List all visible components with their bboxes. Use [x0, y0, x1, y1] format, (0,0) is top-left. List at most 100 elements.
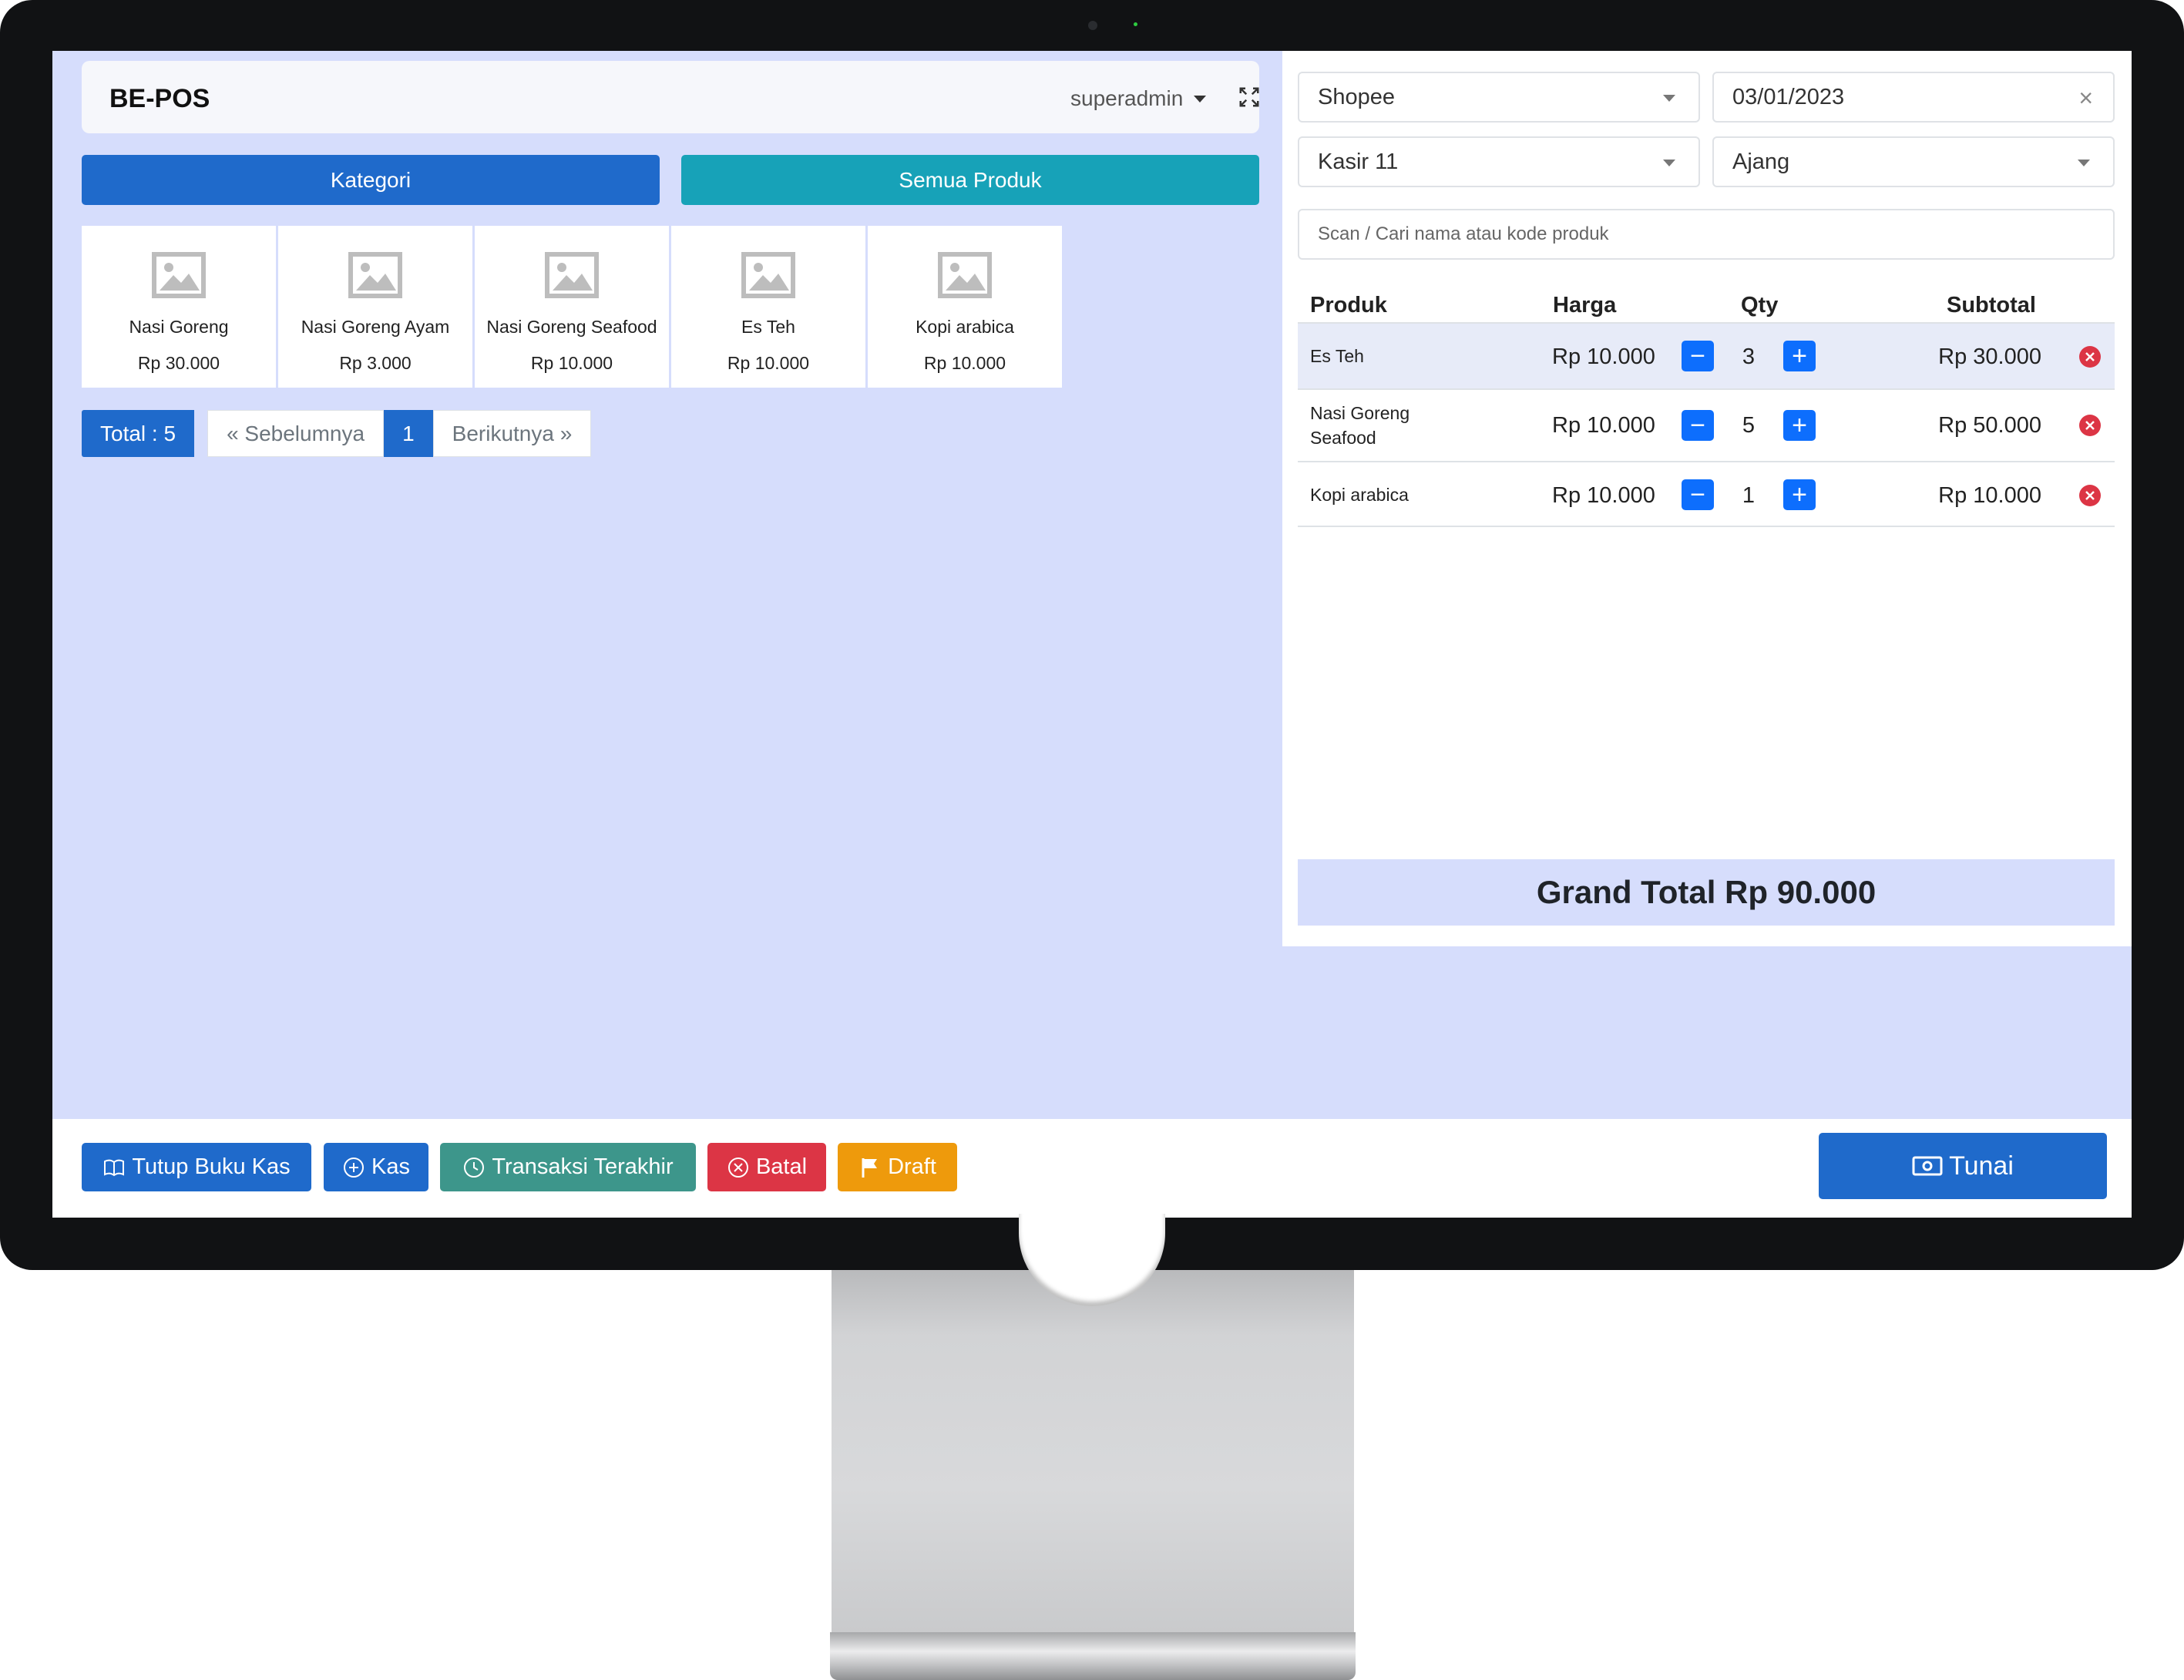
clock-icon [464, 1157, 485, 1178]
qty-decrease-button[interactable]: − [1682, 479, 1714, 510]
cashier-value: Kasir 11 [1318, 149, 1399, 174]
batal-button[interactable]: Batal [707, 1143, 826, 1191]
stand-base [830, 1632, 1356, 1680]
transaksi-terakhir-button[interactable]: Transaksi Terakhir [440, 1143, 696, 1191]
product-name: Nasi Goreng Seafood [486, 317, 657, 337]
cart-row: Kopi arabica Rp 10.000 − 1 + Rp 10.000 [1298, 461, 2115, 527]
cart-item-subtotal: Rp 30.000 [1938, 344, 2041, 369]
qty-decrease-button[interactable]: − [1682, 341, 1714, 371]
cart-item-name: Nasi Goreng Seafood [1310, 403, 1410, 448]
product-price: Rp 10.000 [923, 353, 1006, 373]
action-bar: Tutup Buku Kas Kas Transaksi Terakhir Ba… [52, 1119, 2132, 1218]
tutup-buku-kas-label: Tutup Buku Kas [132, 1154, 291, 1179]
flag-icon [862, 1158, 878, 1178]
clear-icon[interactable]: × [2078, 84, 2093, 113]
image-placeholder-icon [152, 252, 206, 298]
product-name: Nasi Goreng [129, 317, 229, 337]
kas-button[interactable]: Kas [324, 1143, 428, 1191]
channel-select[interactable]: Shopee [1298, 72, 1700, 123]
cart-row: Nasi Goreng Seafood Rp 10.000 − 5 + Rp 5… [1298, 388, 2115, 461]
product-grid: Nasi Goreng Rp 30.000 Nasi Goreng Ayam R… [82, 226, 1062, 388]
cash-icon [1912, 1156, 1943, 1176]
product-card[interactable]: Nasi Goreng Seafood Rp 10.000 [475, 226, 669, 388]
qty-increase-button[interactable]: + [1783, 479, 1816, 510]
total-count-badge: Total : 5 [82, 410, 195, 457]
cart-item-name: Kopi arabica [1310, 485, 1409, 505]
draft-label: Draft [888, 1154, 936, 1179]
user-menu[interactable]: superadmin [1070, 86, 1207, 111]
col-harga: Harga [1553, 293, 1617, 318]
pagination: Total : 5 « Sebelumnya 1 Berikutnya » [82, 410, 592, 457]
plus-circle-icon [344, 1157, 364, 1178]
product-name: Es Teh [741, 317, 795, 337]
product-card[interactable]: Nasi Goreng Ayam Rp 3.000 [278, 226, 472, 388]
screen: BE-POS superadmin Kategori Semua Produk … [52, 51, 2132, 1218]
cashier-select[interactable]: Kasir 11 [1298, 136, 1700, 187]
user-name: superadmin [1070, 86, 1184, 110]
monitor-stand [832, 1270, 1354, 1634]
qty-value[interactable]: 5 [1715, 413, 1782, 438]
qty-increase-button[interactable]: + [1783, 410, 1816, 441]
brand-title: BE-POS [109, 84, 210, 113]
cart-item-subtotal: Rp 50.000 [1938, 413, 2041, 438]
order-panel: Shopee 03/01/2023 × Kasir 11 Ajang Produ… [1282, 51, 2132, 946]
chevron-down-icon [2078, 160, 2090, 166]
chevron-down-icon [1663, 160, 1675, 166]
grand-total: Grand Total Rp 90.000 [1298, 859, 2115, 926]
product-price: Rp 10.000 [530, 353, 613, 373]
kategori-button[interactable]: Kategori [82, 155, 660, 205]
cancel-circle-icon [727, 1157, 748, 1178]
cart-header: Produk Harga Qty Subtotal [1298, 282, 2115, 324]
next-page-button[interactable]: Berikutnya » [432, 410, 592, 457]
image-placeholder-icon [938, 252, 992, 298]
remove-item-icon[interactable] [2078, 414, 2102, 437]
kas-label: Kas [371, 1154, 410, 1179]
col-produk: Produk [1310, 293, 1387, 318]
book-icon [104, 1159, 125, 1176]
tunai-label: Tunai [1949, 1151, 2014, 1181]
batal-label: Batal [755, 1154, 808, 1179]
product-price: Rp 3.000 [339, 353, 412, 373]
remove-item-icon[interactable] [2078, 345, 2102, 368]
staff-select[interactable]: Ajang [1712, 136, 2115, 187]
product-card[interactable]: Kopi arabica Rp 10.000 [868, 226, 1062, 388]
qty-increase-button[interactable]: + [1783, 341, 1816, 371]
product-price: Rp 30.000 [137, 353, 220, 373]
product-card[interactable]: Nasi Goreng Rp 30.000 [82, 226, 276, 388]
qty-value[interactable]: 1 [1715, 483, 1782, 509]
qty-decrease-button[interactable]: − [1682, 410, 1714, 441]
camera-led-icon [1134, 22, 1137, 26]
page-1-button[interactable]: 1 [384, 410, 433, 457]
fullscreen-icon[interactable] [1238, 86, 1261, 109]
chevron-down-icon [1663, 95, 1675, 102]
monitor-bezel: BE-POS superadmin Kategori Semua Produk … [0, 0, 2184, 1270]
cart-item-subtotal: Rp 10.000 [1938, 483, 2041, 508]
transaksi-terakhir-label: Transaksi Terakhir [492, 1154, 674, 1179]
product-name: Kopi arabica [916, 317, 1014, 337]
staff-value: Ajang [1732, 149, 1790, 174]
image-placeholder-icon [348, 252, 402, 298]
search-input[interactable] [1318, 223, 2095, 245]
previous-page-button[interactable]: « Sebelumnya [207, 410, 385, 457]
tunai-button[interactable]: Tunai [1819, 1133, 2107, 1199]
col-subtotal: Subtotal [1947, 293, 2036, 318]
product-card[interactable]: Es Teh Rp 10.000 [671, 226, 865, 388]
channel-value: Shopee [1318, 84, 1395, 109]
remove-item-icon[interactable] [2078, 484, 2102, 507]
cart-item-price: Rp 10.000 [1552, 413, 1655, 438]
cart-item-price: Rp 10.000 [1552, 344, 1655, 369]
image-placeholder-icon [545, 252, 599, 298]
product-search [1298, 209, 2115, 260]
image-placeholder-icon [741, 252, 795, 298]
date-value: 03/01/2023 [1732, 84, 1845, 109]
qty-value[interactable]: 3 [1715, 344, 1782, 370]
draft-button[interactable]: Draft [838, 1143, 957, 1191]
col-qty: Qty [1741, 293, 1779, 318]
date-input[interactable]: 03/01/2023 × [1712, 72, 2115, 123]
chevron-down-icon [1194, 95, 1207, 102]
tutup-buku-kas-button[interactable]: Tutup Buku Kas [82, 1143, 311, 1191]
camera-icon [1088, 21, 1097, 30]
product-name: Nasi Goreng Ayam [301, 317, 450, 337]
semua-produk-button[interactable]: Semua Produk [681, 155, 1259, 205]
cart-item-price: Rp 10.000 [1552, 483, 1655, 508]
